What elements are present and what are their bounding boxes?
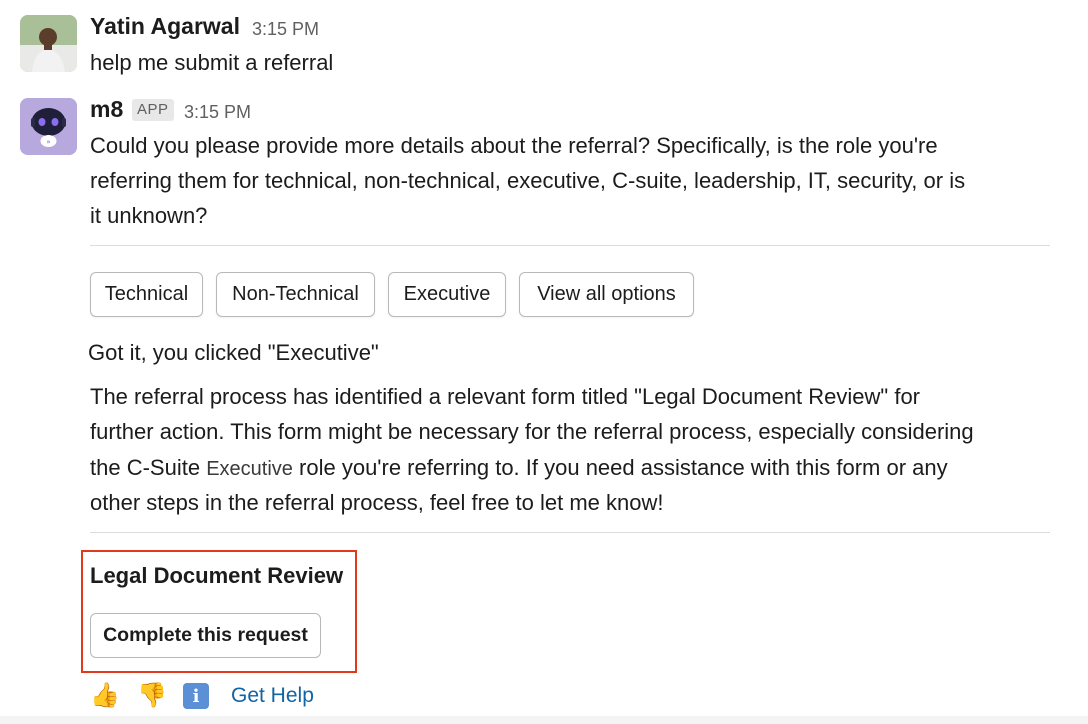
user-avatar[interactable] <box>20 15 77 72</box>
response-line: other steps in the referral process, fee… <box>90 490 664 515</box>
message-timestamp[interactable]: 3:15 PM <box>184 102 251 123</box>
svg-text:»: » <box>46 138 50 146</box>
response-text: the C-Suite <box>90 455 201 480</box>
bot-message-line: Could you please provide more details ab… <box>90 133 938 158</box>
response-line: The referral process has identified a re… <box>90 384 921 409</box>
response-text: role you're referring to. If you need as… <box>299 455 948 480</box>
get-help-link[interactable]: Get Help <box>231 684 314 708</box>
non-technical-button[interactable]: Non-Technical <box>216 272 375 317</box>
bot-message-line: it unknown? <box>90 203 208 228</box>
complete-request-button[interactable]: Complete this request <box>90 613 321 658</box>
bot-avatar[interactable]: » <box>20 98 77 155</box>
author-name[interactable]: Yatin Agarwal <box>90 13 240 40</box>
thumbs-down-icon[interactable]: 👎 <box>137 682 167 710</box>
app-badge: APP <box>132 99 174 121</box>
bot-message-line: referring them for technical, non-techni… <box>90 168 966 193</box>
message-timestamp[interactable]: 3:15 PM <box>252 19 319 40</box>
executive-button[interactable]: Executive <box>388 272 506 317</box>
user-message-text: help me submit a referral <box>90 50 334 75</box>
view-all-options-button[interactable]: View all options <box>519 272 694 317</box>
user-photo-icon <box>20 15 77 72</box>
form-title: Legal Document Review <box>90 563 344 588</box>
clicked-confirmation: Got it, you clicked "Executive" <box>88 340 379 365</box>
response-line: further action. This form might be neces… <box>90 419 974 444</box>
divider <box>90 532 1050 533</box>
technical-button[interactable]: Technical <box>90 272 203 317</box>
info-icon[interactable]: i <box>183 683 209 709</box>
response-line: the C-Suite Executive role you're referr… <box>90 450 948 488</box>
bot-name[interactable]: m8 <box>90 96 123 123</box>
robot-icon: » <box>20 98 77 155</box>
bottom-bar <box>0 716 1088 724</box>
executive-inline-text: Executive <box>206 458 293 480</box>
thumbs-up-icon[interactable]: 👍 <box>90 682 120 710</box>
divider <box>90 245 1050 246</box>
